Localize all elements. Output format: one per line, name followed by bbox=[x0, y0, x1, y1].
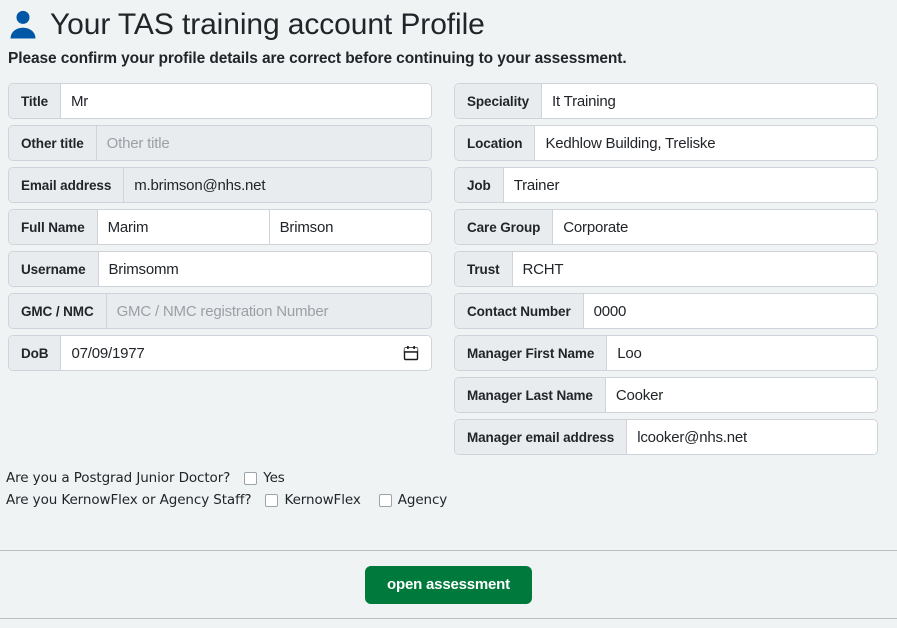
checkbox-label-agency: Agency bbox=[397, 492, 448, 508]
field-input-manager-first-name[interactable] bbox=[607, 336, 877, 370]
checkbox-row-kernowflex-agency-staff: Are you KernowFlex or Agency Staff? Kerno… bbox=[6, 489, 897, 511]
checkbox-question-postgrad-junior-doctor: Are you a Postgrad Junior Doctor? bbox=[6, 470, 231, 486]
checkbox-group-yes[interactable]: Yes bbox=[244, 470, 285, 486]
form-column-right: Speciality Location Job Care Group Trust Cont… bbox=[454, 83, 878, 461]
field-input-manager-email[interactable] bbox=[627, 420, 877, 454]
field-label-trust: Trust bbox=[455, 252, 513, 286]
field-row-job: Job bbox=[454, 167, 878, 203]
profile-form: Title Other title Email address Full Name Us… bbox=[0, 83, 897, 461]
field-label-username: Username bbox=[9, 252, 99, 286]
checkbox-group-kernowflex[interactable]: KernowFlex bbox=[265, 492, 361, 508]
field-input-care-group[interactable] bbox=[553, 210, 877, 244]
field-input-job[interactable] bbox=[503, 168, 877, 202]
field-label-job: Job bbox=[455, 168, 504, 202]
field-input-username[interactable] bbox=[98, 252, 431, 286]
checkbox-yes[interactable] bbox=[244, 471, 258, 485]
field-label-contact-number: Contact Number bbox=[455, 294, 584, 328]
field-input-contact-number[interactable] bbox=[583, 294, 877, 328]
field-row-contact-number: Contact Number bbox=[454, 293, 878, 329]
field-input-full-name-last[interactable] bbox=[269, 210, 431, 244]
person-icon bbox=[6, 8, 40, 42]
field-label-care-group: Care Group bbox=[455, 210, 554, 244]
field-label-full-name: Full Name bbox=[9, 210, 98, 244]
checkbox-label-kernowflex: KernowFlex bbox=[284, 492, 361, 508]
field-input-dob[interactable] bbox=[61, 344, 403, 362]
field-input-speciality[interactable] bbox=[542, 84, 877, 118]
field-input-other-title[interactable] bbox=[96, 126, 431, 160]
checkbox-questions: Are you a Postgrad Junior Doctor? Yes Are … bbox=[0, 467, 897, 511]
page-header: Your TAS training account Profile bbox=[0, 0, 897, 45]
field-input-full-name-first[interactable] bbox=[97, 210, 270, 244]
field-row-manager-first-name: Manager First Name bbox=[454, 335, 878, 371]
field-row-gmc-nmc: GMC / NMC bbox=[8, 293, 432, 329]
field-label-manager-last-name: Manager Last Name bbox=[455, 378, 606, 412]
field-row-care-group: Care Group bbox=[454, 209, 878, 245]
field-input-email[interactable] bbox=[124, 168, 431, 202]
field-label-email: Email address bbox=[9, 168, 125, 202]
field-label-gmc-nmc: GMC / NMC bbox=[9, 294, 107, 328]
field-label-manager-email: Manager email address bbox=[455, 420, 628, 454]
field-row-full-name: Full Name bbox=[8, 209, 432, 245]
checkbox-label-yes: Yes bbox=[263, 470, 285, 486]
field-row-username: Username bbox=[8, 251, 432, 287]
field-row-manager-last-name: Manager Last Name bbox=[454, 377, 878, 413]
calendar-icon[interactable] bbox=[403, 345, 431, 361]
checkbox-question-kernowflex-agency-staff: Are you KernowFlex or Agency Staff? bbox=[6, 492, 252, 508]
field-row-location: Location bbox=[454, 125, 878, 161]
field-label-location: Location bbox=[455, 126, 536, 160]
field-label-title: Title bbox=[9, 84, 62, 118]
open-assessment-button[interactable]: open assessment bbox=[365, 565, 532, 604]
footer-divider-bottom bbox=[0, 618, 897, 619]
field-label-other-title: Other title bbox=[9, 126, 97, 160]
field-input-location[interactable] bbox=[535, 126, 877, 160]
page-subtitle: Please confirm your profile details are … bbox=[8, 50, 627, 67]
field-input-title[interactable] bbox=[61, 84, 431, 118]
field-row-trust: Trust bbox=[454, 251, 878, 287]
checkbox-agency[interactable] bbox=[378, 493, 392, 507]
field-row-dob: DoB bbox=[8, 335, 432, 371]
checkbox-row-postgrad-junior-doctor: Are you a Postgrad Junior Doctor? Yes bbox=[6, 467, 897, 489]
field-input-gmc-nmc[interactable] bbox=[106, 294, 431, 328]
checkbox-group-agency[interactable]: Agency bbox=[378, 492, 448, 508]
date-field-dob bbox=[61, 336, 431, 370]
field-label-speciality: Speciality bbox=[455, 84, 543, 118]
footer-actions: open assessment bbox=[0, 551, 897, 618]
field-input-manager-last-name[interactable] bbox=[605, 378, 877, 412]
checkbox-kernowflex[interactable] bbox=[265, 493, 279, 507]
form-column-left: Title Other title Email address Full Name Us… bbox=[8, 83, 432, 377]
field-input-trust[interactable] bbox=[512, 252, 877, 286]
field-row-manager-email: Manager email address bbox=[454, 419, 878, 455]
field-row-other-title: Other title bbox=[8, 125, 432, 161]
field-label-dob: DoB bbox=[9, 336, 62, 370]
profile-page: Your TAS training account Profile Please… bbox=[0, 0, 897, 628]
field-label-manager-first-name: Manager First Name bbox=[455, 336, 608, 370]
field-row-title: Title bbox=[8, 83, 432, 119]
field-row-speciality: Speciality bbox=[454, 83, 878, 119]
field-row-email: Email address bbox=[8, 167, 432, 203]
page-title: Your TAS training account Profile bbox=[50, 8, 485, 41]
